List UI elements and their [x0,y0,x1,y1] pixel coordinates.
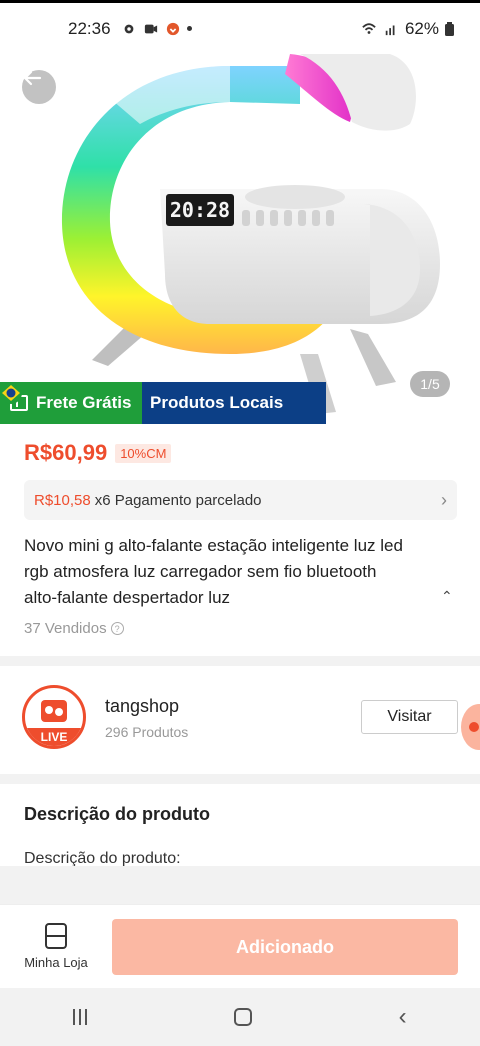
gear-icon [124,24,133,33]
free-shipping-label: Frete Grátis [36,393,132,412]
description-title: Descrição do produto [24,804,211,824]
product-title: Novo mini g alto-falante estação intelig… [24,536,403,607]
status-icons [121,22,192,36]
section-divider [0,656,480,666]
status-time: 22:36 [68,18,111,38]
system-nav-bar: ‹ [0,988,480,1046]
more-dot-icon [186,26,192,31]
product-badges: Frete Grátis Produtos Locais [0,382,326,424]
battery-level: 62% [404,18,439,38]
store-icon [45,923,67,949]
shop-name[interactable]: tangshop [105,696,179,717]
product-image: 20:28 [0,54,480,424]
image-counter: 1/5 [410,371,450,397]
cm-tag: 10%CM [115,443,172,463]
visit-shop-button[interactable]: Visitar [361,700,458,734]
recents-icon[interactable] [73,1009,88,1025]
my-shop-button[interactable]: Minha Loja [20,919,92,970]
description-text: Descrição do produto: [24,850,181,866]
video-icon [144,24,157,33]
shop-section: LIVE tangshop 296 Produtos Visitar [0,666,480,774]
installment-row[interactable]: R$10,58 x6 Pagamento parcelado › [24,480,457,520]
installment-amount: R$10,58 [34,491,91,509]
section-divider [0,774,480,784]
back-button[interactable] [22,70,56,104]
local-products-badge: Produtos Locais [0,382,326,424]
sold-label: 37 Vendidos [24,620,107,637]
sold-count: 37 Vendidos ? [24,620,124,637]
back-arrow-icon [23,70,42,86]
clock-display: 20:28 [170,198,230,222]
price-row: R$60,99 10%CM [24,440,172,466]
chevron-right-icon: › [441,489,447,510]
brazil-flag-icon [0,382,22,404]
status-bar: 22:36 62% [0,0,480,54]
status-right: 62% [361,19,454,39]
shop-avatar[interactable]: LIVE [22,685,86,749]
nav-back-icon[interactable]: ‹ [399,1003,407,1031]
home-icon[interactable] [233,1008,252,1026]
signal-icon [385,25,395,35]
chevron-up-icon[interactable]: ⌃ [441,588,453,605]
battery-icon [445,21,454,36]
add-to-shop-button[interactable]: Adicionado [112,919,458,975]
floating-chat-bubble[interactable] [461,704,480,750]
description-fade [0,866,480,904]
shop-product-count: 296 Produtos [105,724,189,740]
installment-text: x6 Pagamento parcelado [94,491,262,509]
my-shop-label: Minha Loja [24,955,88,970]
product-price: R$60,99 [24,440,108,465]
wifi-icon [362,22,376,34]
local-products-label: Produtos Locais [150,393,284,412]
help-icon[interactable]: ? [110,622,124,635]
product-image-gallery[interactable]: 20:28 1/5 Frete Grátis Produtos Locais [0,54,480,424]
live-badge: LIVE [25,728,83,746]
bottom-action-bar: Minha Loja Adicionado [0,904,480,988]
notification-icon [166,22,179,35]
